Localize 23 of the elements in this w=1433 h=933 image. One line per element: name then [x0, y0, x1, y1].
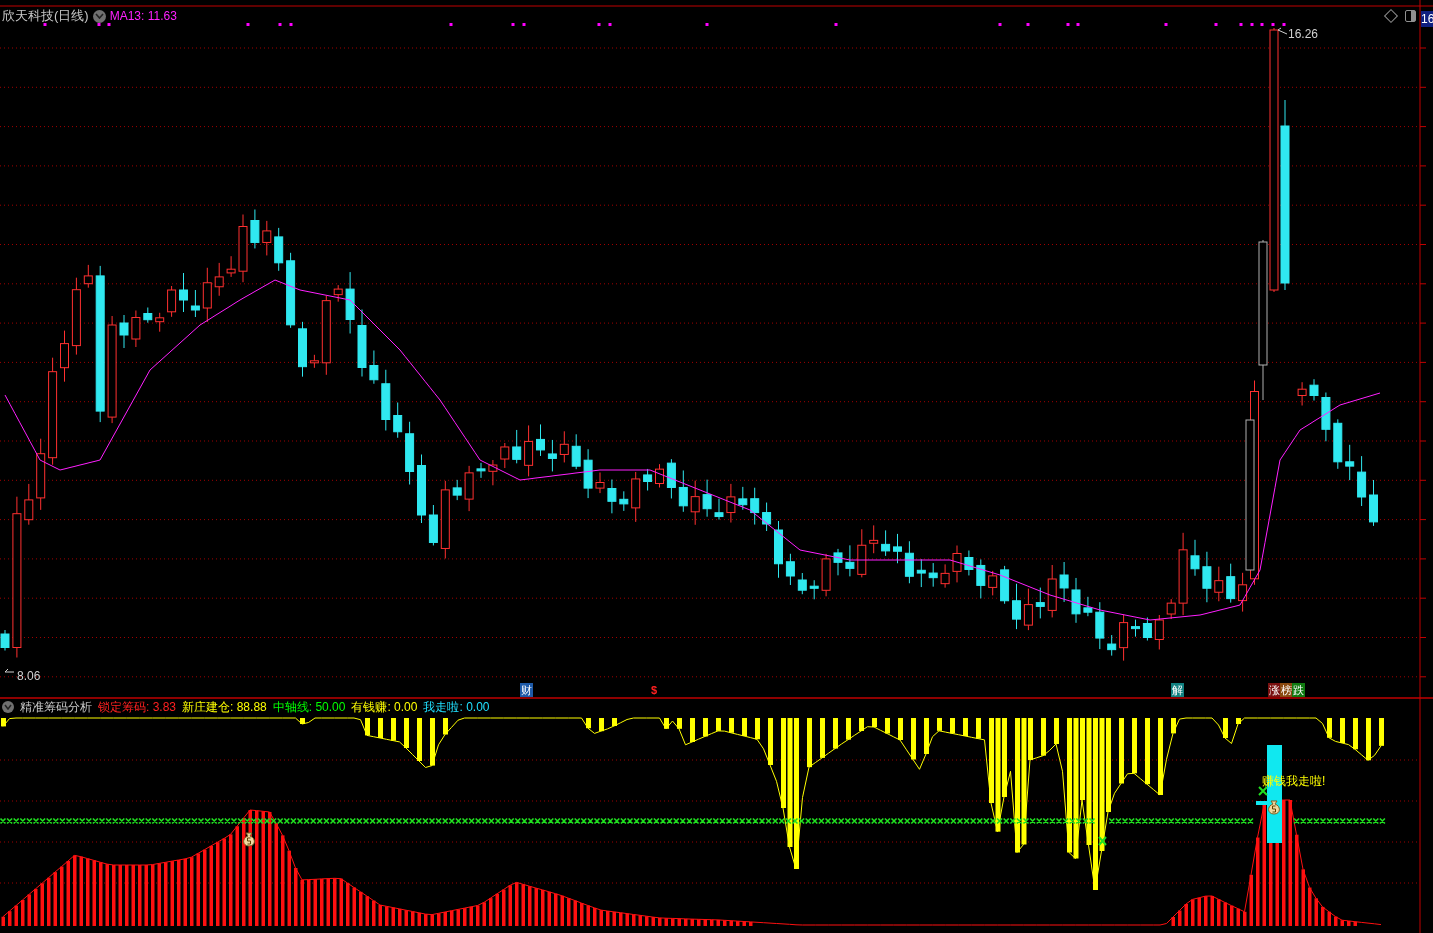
- axis-price-tag: 16: [1421, 11, 1433, 27]
- ma-value: MA13: 11.63: [109, 8, 177, 25]
- event-marker[interactable]: 跌: [1292, 683, 1305, 697]
- price-label: 8.06: [17, 668, 41, 685]
- indicator-title: 精准筹码分析: [20, 699, 92, 716]
- dropdown-icon[interactable]: [92, 9, 106, 23]
- panel-toggle-icon[interactable]: [1405, 10, 1416, 22]
- event-marker[interactable]: 财: [520, 683, 533, 697]
- indicator-value: 锁定筹码: 3.83: [98, 699, 177, 716]
- pointer-icon: [4, 668, 15, 673]
- indicator-value: 中轴线: 50.00: [272, 699, 346, 716]
- pointer-icon: [1277, 27, 1288, 35]
- money-bag-icon: [1268, 800, 1280, 815]
- indicator-value: 新庄建仓: 88.88: [182, 699, 267, 716]
- event-marker[interactable]: 解: [1171, 683, 1184, 697]
- chart-title: 欣天科技(日线): [1, 7, 89, 26]
- indicator-value: 我走啦: 0.00: [423, 699, 490, 716]
- event-marker[interactable]: $: [650, 683, 659, 697]
- money-bag-icon: [243, 832, 255, 847]
- price-label: 16.26: [1288, 26, 1319, 43]
- signal-tick: [1256, 801, 1270, 805]
- indicator-value: 有钱赚: 0.00: [351, 699, 418, 716]
- dropdown-icon[interactable]: [2, 701, 14, 713]
